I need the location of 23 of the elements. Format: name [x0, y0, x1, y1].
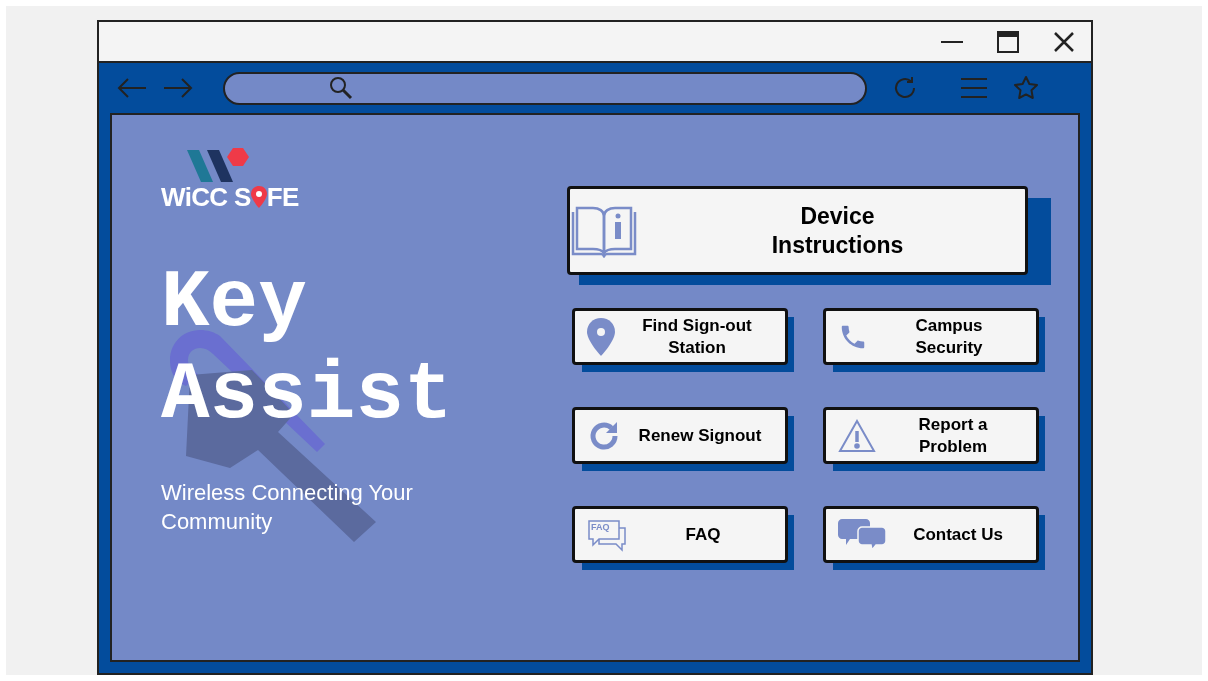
- wicc-safe-logo: WiCC S FE: [161, 148, 557, 210]
- menu-icon[interactable]: [961, 77, 987, 99]
- address-bar[interactable]: [223, 71, 867, 105]
- reload-icon[interactable]: [893, 76, 917, 100]
- star-icon[interactable]: [1013, 75, 1039, 101]
- hero-title: Key: [161, 258, 307, 350]
- action-button[interactable]: Report a Problem: [823, 407, 1039, 464]
- forward-arrow-icon[interactable]: [163, 78, 193, 98]
- tagline: Wireless Connecting Your Community: [161, 479, 414, 536]
- action-button[interactable]: Renew Signout: [572, 407, 788, 464]
- chat-bubbles-icon: [838, 518, 886, 551]
- maximize-icon[interactable]: [997, 30, 1019, 53]
- device-instructions-button[interactable]: Device Instructions: [567, 186, 1028, 275]
- action-button[interactable]: Contact Us: [823, 506, 1039, 563]
- close-icon[interactable]: [1053, 30, 1075, 53]
- back-arrow-icon[interactable]: [117, 78, 147, 98]
- location-pin-icon: [587, 317, 615, 356]
- action-button[interactable]: Find Sign-out Station: [572, 308, 788, 365]
- action-button[interactable]: FAQ FAQ: [572, 506, 788, 563]
- warning-icon: [838, 418, 876, 453]
- action-button[interactable]: Campus Security: [823, 308, 1039, 365]
- search-icon: [329, 76, 353, 100]
- hero-title: Assist: [161, 350, 453, 442]
